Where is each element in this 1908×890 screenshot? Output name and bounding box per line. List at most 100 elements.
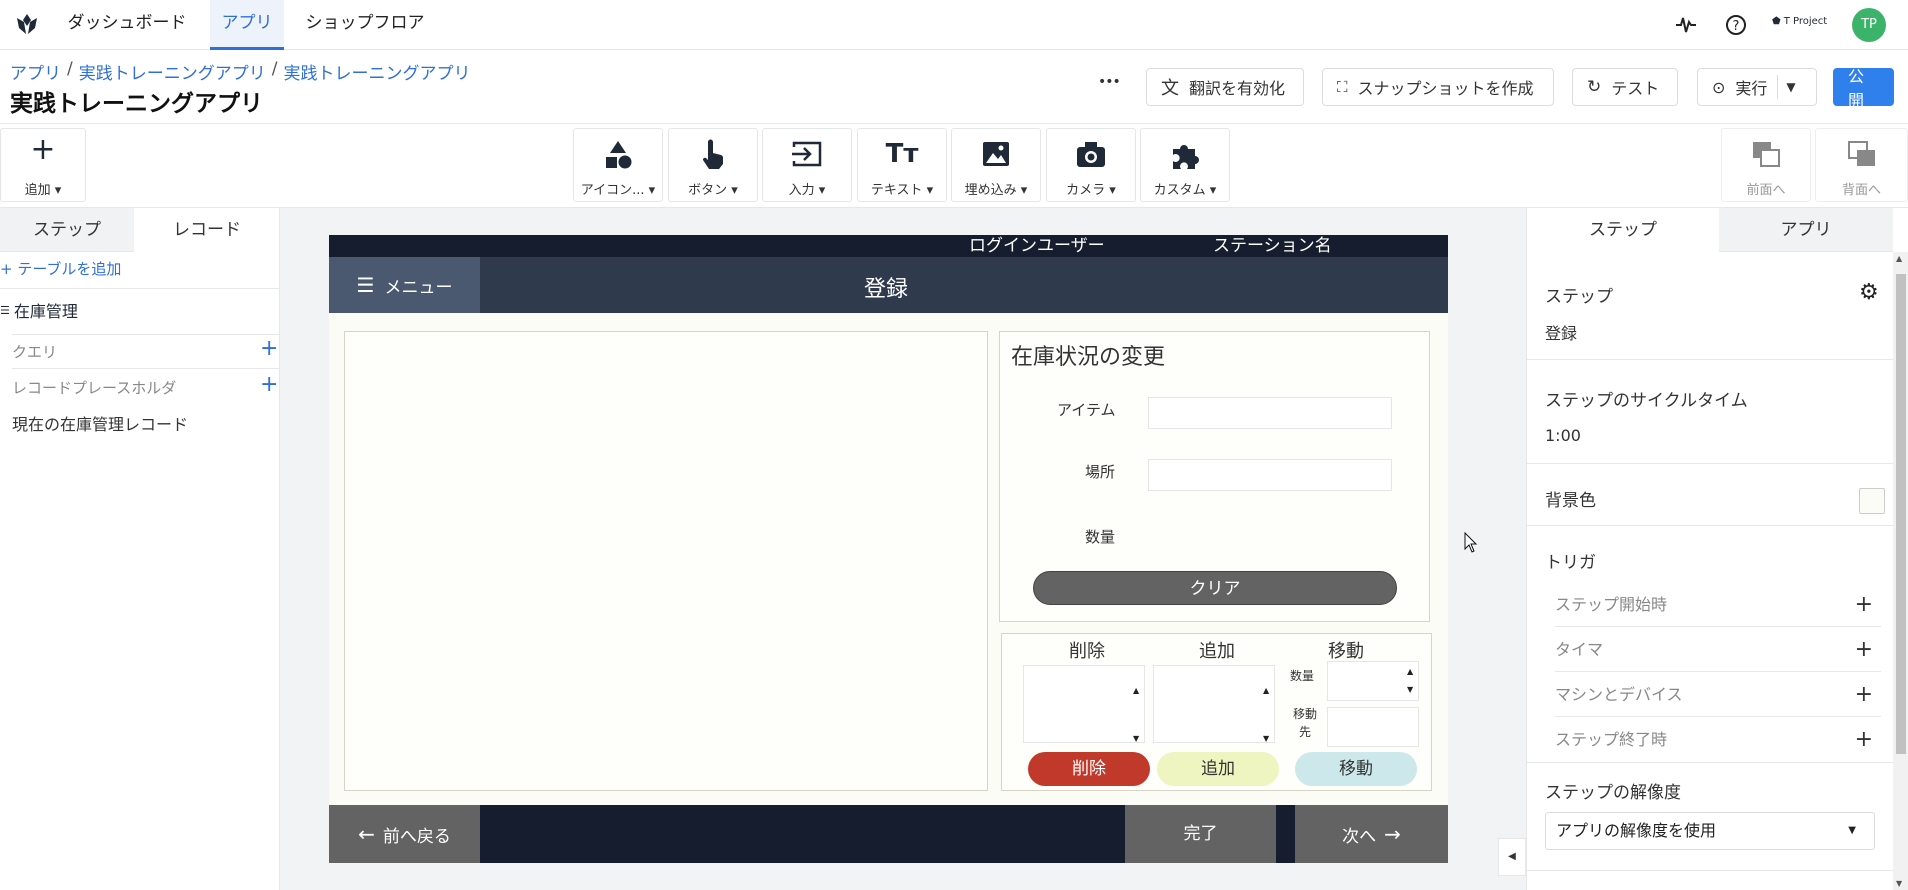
tab-step-properties[interactable]: ステップ (1527, 208, 1719, 252)
trigger-step-start[interactable]: ステップ開始時 + (1555, 582, 1881, 627)
run-dropdown-chevron-icon[interactable]: ▼ (1777, 75, 1796, 99)
refresh-icon: ↻ (1587, 77, 1602, 97)
location-label[interactable]: 場所 (1085, 461, 1115, 482)
camera-icon (1047, 139, 1135, 169)
stepper-arrows-icon[interactable]: ▲ ▼ (1263, 667, 1269, 763)
next-button[interactable]: 次へ → (1295, 805, 1448, 863)
trigger-machines-devices[interactable]: マシンとデバイス + (1555, 672, 1881, 717)
tool-camera[interactable]: カメラ ▾ (1046, 128, 1136, 202)
form-title[interactable]: 在庫状況の変更 (1011, 339, 1165, 371)
add-inventory-button[interactable]: 追加 (1157, 752, 1279, 786)
step-canvas[interactable]: ログインユーザー ステーション名 ☰ メニュー 登録 在庫状況の変更 アイテム … (280, 208, 1526, 890)
gear-icon[interactable]: ⚙ (1859, 280, 1879, 305)
table-item[interactable]: ☰ 在庫管理 (0, 298, 78, 322)
activity-icon[interactable] (1674, 13, 1698, 37)
tab-records[interactable]: レコード (134, 208, 280, 252)
quantity-label[interactable]: 数量 (1085, 526, 1115, 547)
add-table-link[interactable]: + テーブルを追加 (0, 258, 121, 279)
current-record-item[interactable]: 現在の在庫管理レコード (12, 411, 188, 435)
breadcrumb-separator: / (67, 59, 73, 79)
bring-to-front-button[interactable]: 前面へ (1721, 128, 1811, 202)
breadcrumb: アプリ / 実践トレーニングアプリ / 実践トレーニングアプリ (10, 59, 470, 84)
add-placeholder-button[interactable]: + (260, 372, 278, 397)
stepper-arrows-icon[interactable]: ▲ ▼ (1133, 667, 1139, 763)
play-circle-icon: ⊙ (1712, 77, 1726, 97)
move-quantity-stepper[interactable] (1327, 661, 1419, 701)
nav-tab-apps[interactable]: アプリ (210, 0, 284, 50)
clear-button[interactable]: クリア (1033, 571, 1397, 605)
tool-embed[interactable]: 埋め込み ▾ (951, 128, 1041, 202)
table-icon: ☰ (0, 303, 10, 317)
add-button[interactable]: + 追加 ▾ (0, 128, 86, 202)
location-input[interactable] (1148, 459, 1392, 491)
publish-button[interactable]: 公開 (1833, 67, 1894, 110)
step-stage[interactable]: ログインユーザー ステーション名 ☰ メニュー 登録 在庫状況の変更 アイテム … (329, 235, 1448, 863)
enable-translation-button[interactable]: 文 翻訳を有効化 (1146, 68, 1304, 106)
logged-in-user-label[interactable]: ログインユーザー (969, 235, 1105, 257)
tulip-logo-icon[interactable] (14, 12, 40, 38)
more-options-button[interactable]: ••• (1098, 74, 1121, 90)
delete-button[interactable]: 削除 (1028, 752, 1150, 786)
add-trigger-icon[interactable]: + (1855, 717, 1873, 762)
add-query-button[interactable]: + (260, 336, 278, 361)
tool-shapes[interactable]: アイコン... ▾ (573, 128, 663, 202)
cycle-time-section: ステップのサイクルタイム 1:00 (1527, 360, 1893, 464)
complete-button[interactable]: 完了 (1125, 805, 1276, 863)
run-button[interactable]: ⊙ 実行 ▼ (1697, 68, 1817, 106)
station-name-label[interactable]: ステーション名 (1213, 235, 1332, 257)
send-back-icon (1816, 139, 1907, 169)
step-title[interactable]: 登録 (864, 271, 908, 303)
chevron-down-icon: ▼ (1848, 825, 1856, 836)
tab-app-properties[interactable]: アプリ (1719, 208, 1893, 252)
trigger-step-end[interactable]: ステップ終了時 + (1555, 717, 1881, 762)
move-header[interactable]: 移動 (1328, 637, 1364, 663)
tab-steps[interactable]: ステップ (0, 208, 134, 252)
tool-custom[interactable]: カスタム ▾ (1140, 128, 1230, 202)
collapse-panel-button[interactable]: ◀ (1498, 838, 1526, 876)
delete-header[interactable]: 削除 (1069, 637, 1105, 663)
stepper-arrows-icon[interactable]: ▲ ▼ (1407, 663, 1413, 699)
workspace-switcher[interactable]: ⬟ T Project (1772, 16, 1827, 27)
create-snapshot-button[interactable]: ⛶ スナップショットを作成 (1322, 68, 1554, 106)
nav-tab-shopfloor[interactable]: ショップフロア (300, 0, 430, 50)
tool-button[interactable]: ボタン ▾ (668, 128, 758, 202)
trigger-label: トリガ (1545, 553, 1596, 573)
menu-button[interactable]: ☰ メニュー (329, 257, 480, 313)
arrow-left-icon: ← (358, 822, 375, 846)
color-swatch[interactable] (1859, 488, 1885, 514)
scrollbar-thumb[interactable] (1896, 274, 1906, 754)
move-quantity-label[interactable]: 数量 (1290, 667, 1314, 684)
add-header[interactable]: 追加 (1199, 637, 1235, 663)
test-button[interactable]: ↻ テスト (1572, 68, 1678, 106)
item-label[interactable]: アイテム (1057, 399, 1116, 420)
embed-area[interactable] (344, 331, 988, 791)
workspace-name: T Project (1783, 16, 1828, 27)
add-quantity-stepper[interactable] (1153, 665, 1275, 743)
resolution-select[interactable]: アプリの解像度を使用 ▼ (1545, 812, 1875, 850)
scrollbar[interactable]: ▲ ▼ (1893, 252, 1908, 890)
snapshot-icon: ⛶ (1337, 78, 1348, 96)
tool-text[interactable]: Tт テキスト ▾ (857, 128, 947, 202)
hand-pointer-icon (669, 139, 757, 171)
user-avatar[interactable]: TP (1852, 8, 1886, 42)
breadcrumb-item[interactable]: アプリ (10, 59, 61, 84)
breadcrumb-item[interactable]: 実践トレーニングアプリ (283, 59, 470, 84)
add-trigger-icon[interactable]: + (1855, 627, 1873, 672)
trigger-timer[interactable]: タイマ + (1555, 627, 1881, 672)
move-destination-input[interactable] (1327, 707, 1419, 747)
back-button[interactable]: ← 前へ戻る (329, 805, 480, 863)
add-trigger-icon[interactable]: + (1855, 672, 1873, 717)
tool-input[interactable]: 入力 ▾ (762, 128, 852, 202)
background-color-label: 背景色 (1545, 491, 1596, 511)
item-input[interactable] (1148, 397, 1392, 429)
move-destination-label[interactable]: 移動先 (1293, 705, 1317, 741)
cycle-time-label: ステップのサイクルタイム (1545, 391, 1748, 411)
nav-tab-dashboard[interactable]: ダッシュボード (62, 0, 192, 50)
cycle-time-value[interactable]: 1:00 (1545, 426, 1581, 445)
add-trigger-icon[interactable]: + (1855, 582, 1873, 627)
send-to-back-button[interactable]: 背面へ (1815, 128, 1908, 202)
help-icon[interactable]: ? (1724, 13, 1748, 37)
move-button[interactable]: 移動 (1295, 752, 1417, 786)
breadcrumb-item[interactable]: 実践トレーニングアプリ (79, 59, 266, 84)
delete-quantity-stepper[interactable] (1023, 665, 1145, 743)
